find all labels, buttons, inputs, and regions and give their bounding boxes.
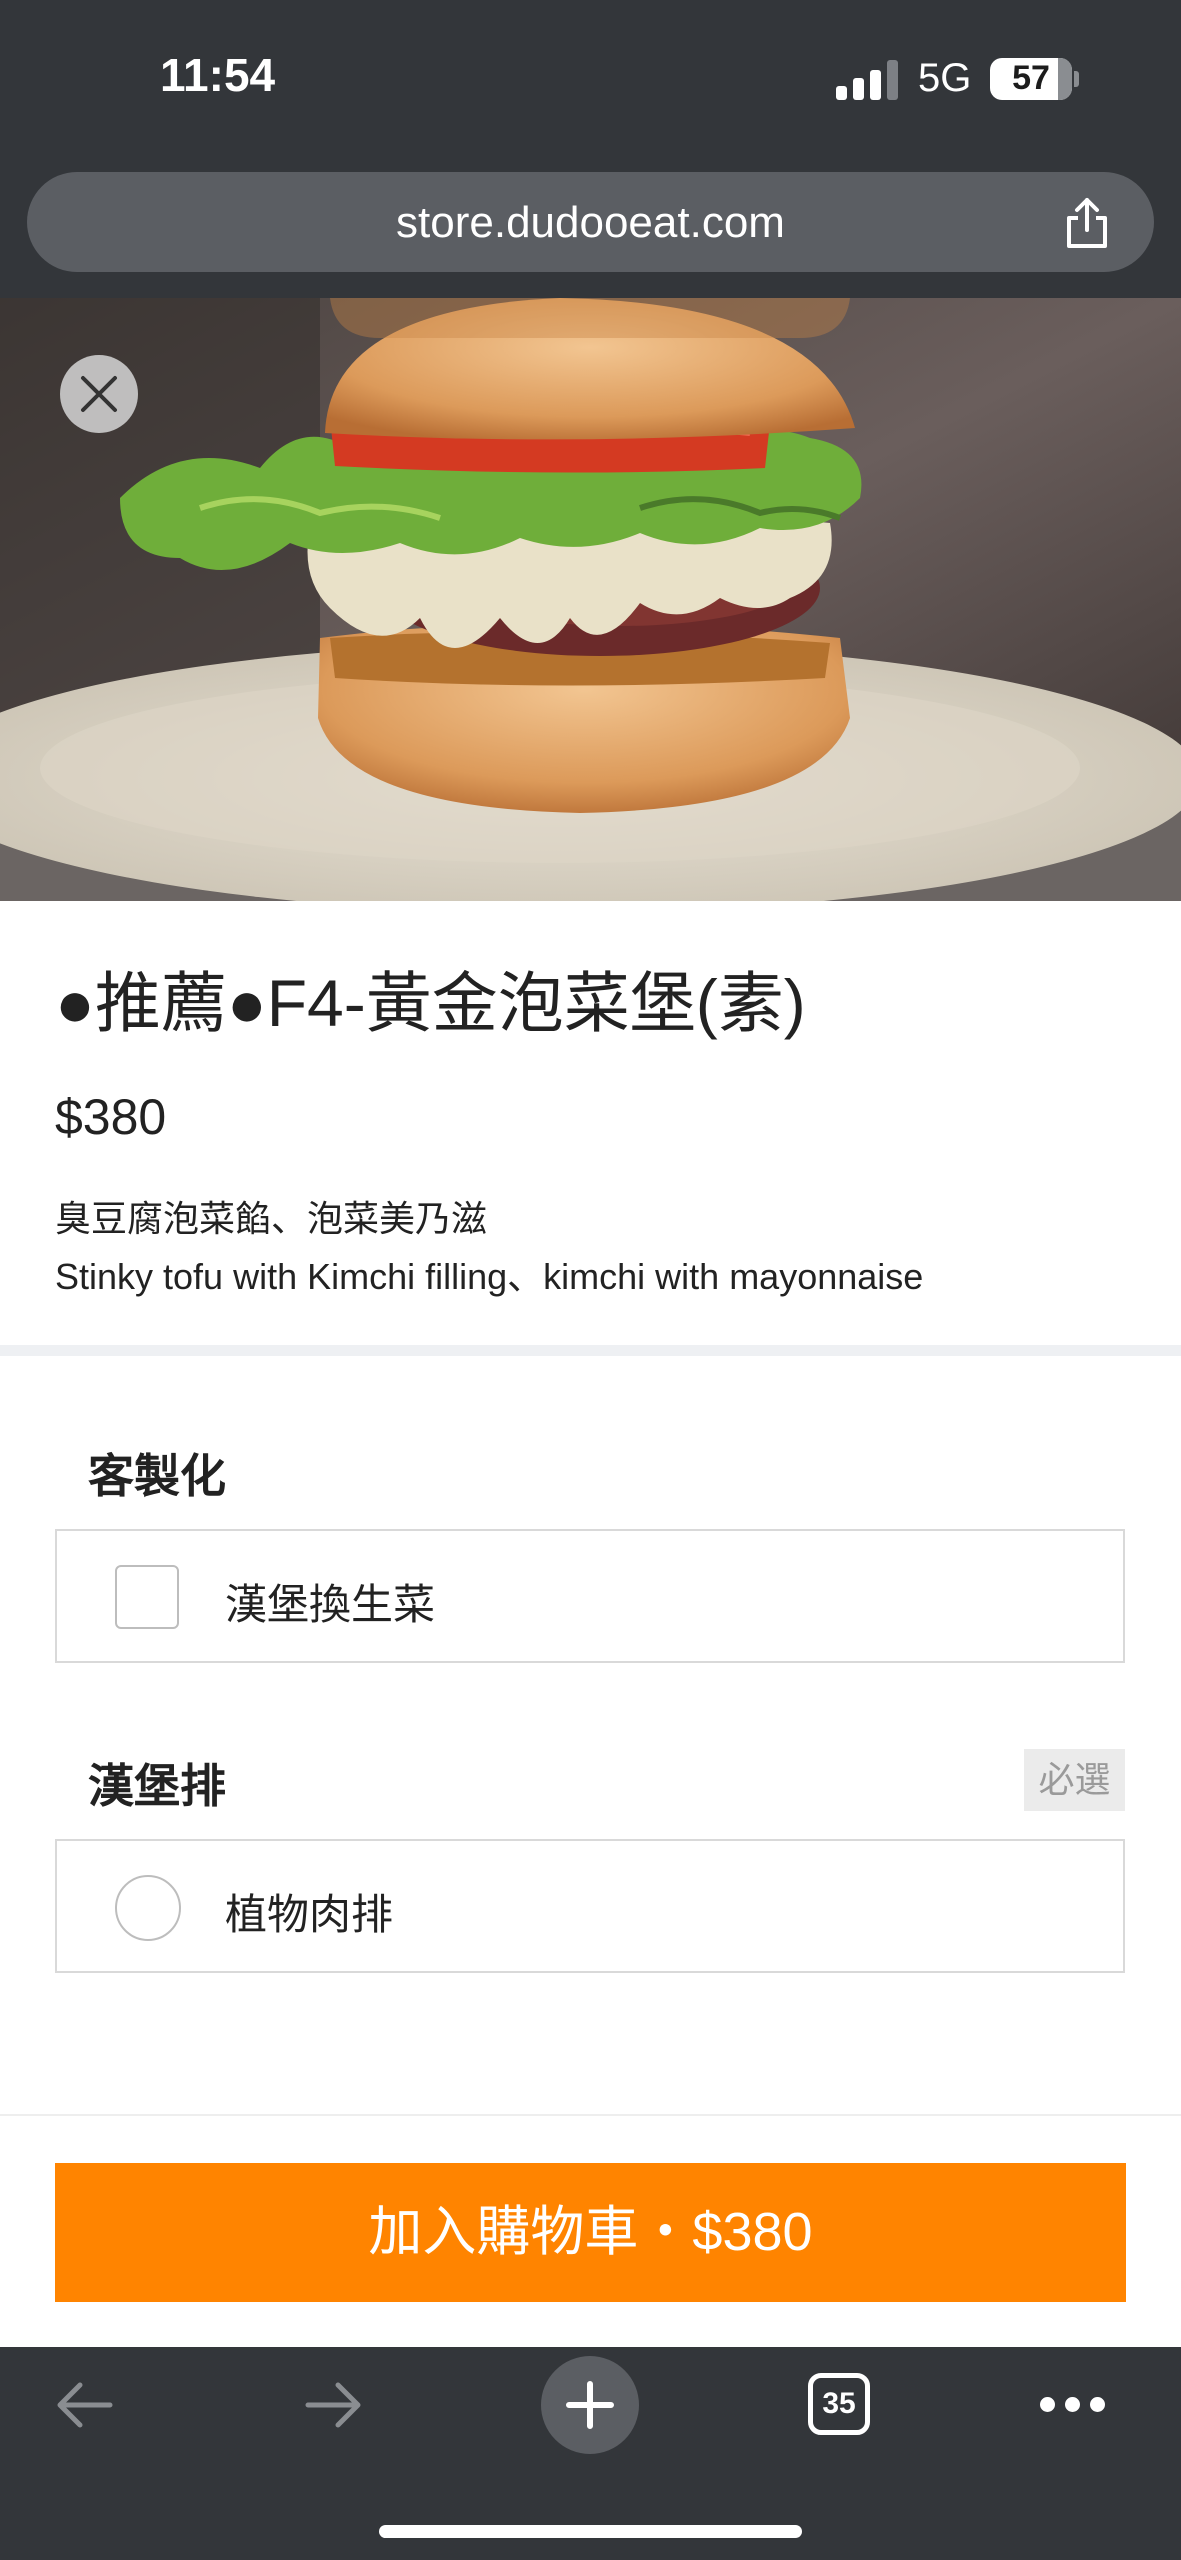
forward-arrow-icon[interactable] — [302, 2377, 366, 2438]
section-title-patty: 漢堡排 — [88, 1760, 226, 1812]
tabs-icon[interactable]: 35 — [808, 2373, 870, 2435]
section-divider — [0, 1345, 1181, 1356]
description-en: Stinky tofu with Kimchi filling、kimchi w… — [55, 1256, 924, 1297]
required-badge: 必選 — [1024, 1749, 1125, 1811]
option-radio[interactable] — [115, 1875, 181, 1941]
battery-nub — [1074, 71, 1079, 87]
battery-icon: 57 — [990, 58, 1072, 100]
description-zh: 臭豆腐泡菜餡、泡菜美乃滋 — [55, 1198, 488, 1239]
section-title-customize: 客製化 — [88, 1450, 226, 1502]
home-indicator — [379, 2525, 802, 2538]
option-checkbox[interactable] — [115, 1565, 179, 1629]
product-title: ●推薦●F4-黃金泡菜堡(素) — [55, 966, 806, 1040]
signal-icon — [836, 60, 898, 100]
add-to-cart-button[interactable]: 加入購物車・$380 — [55, 2163, 1126, 2302]
more-icon[interactable] — [1040, 2397, 1106, 2413]
status-time: 11:54 — [160, 49, 276, 101]
battery-level: 57 — [1012, 59, 1050, 97]
address-bar[interactable]: store.dudooeat.com — [27, 172, 1154, 272]
product-image — [0, 298, 1181, 901]
option-label: 植物肉排 — [225, 1891, 394, 1938]
footer-divider — [0, 2114, 1181, 2116]
new-tab-button[interactable] — [541, 2356, 639, 2454]
back-arrow-icon[interactable] — [52, 2377, 116, 2438]
option-label: 漢堡換生菜 — [225, 1581, 436, 1628]
plus-icon — [566, 2381, 614, 2429]
close-icon — [81, 376, 117, 412]
network-type: 5G — [918, 56, 972, 100]
product-price: $380 — [55, 1089, 167, 1145]
option-row-plant-patty[interactable]: 植物肉排 — [55, 1839, 1125, 1973]
url-text: store.dudooeat.com — [396, 198, 785, 247]
browser-bottom-toolbar: 35 — [0, 2347, 1181, 2560]
option-row-lettuce[interactable]: 漢堡換生菜 — [55, 1529, 1125, 1663]
product-description: 臭豆腐泡菜餡、泡菜美乃滋 Stinky tofu with Kimchi fil… — [55, 1190, 923, 1306]
close-button[interactable] — [60, 355, 138, 433]
share-icon[interactable] — [1060, 196, 1114, 250]
browser-top-bar: 11:54 5G 57 store.dudooeat.com — [0, 0, 1181, 298]
